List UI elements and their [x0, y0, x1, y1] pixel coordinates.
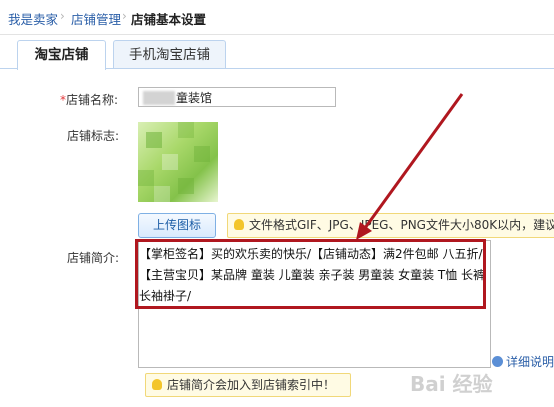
tab-taobao-shop[interactable]: 淘宝店铺 [17, 40, 106, 70]
